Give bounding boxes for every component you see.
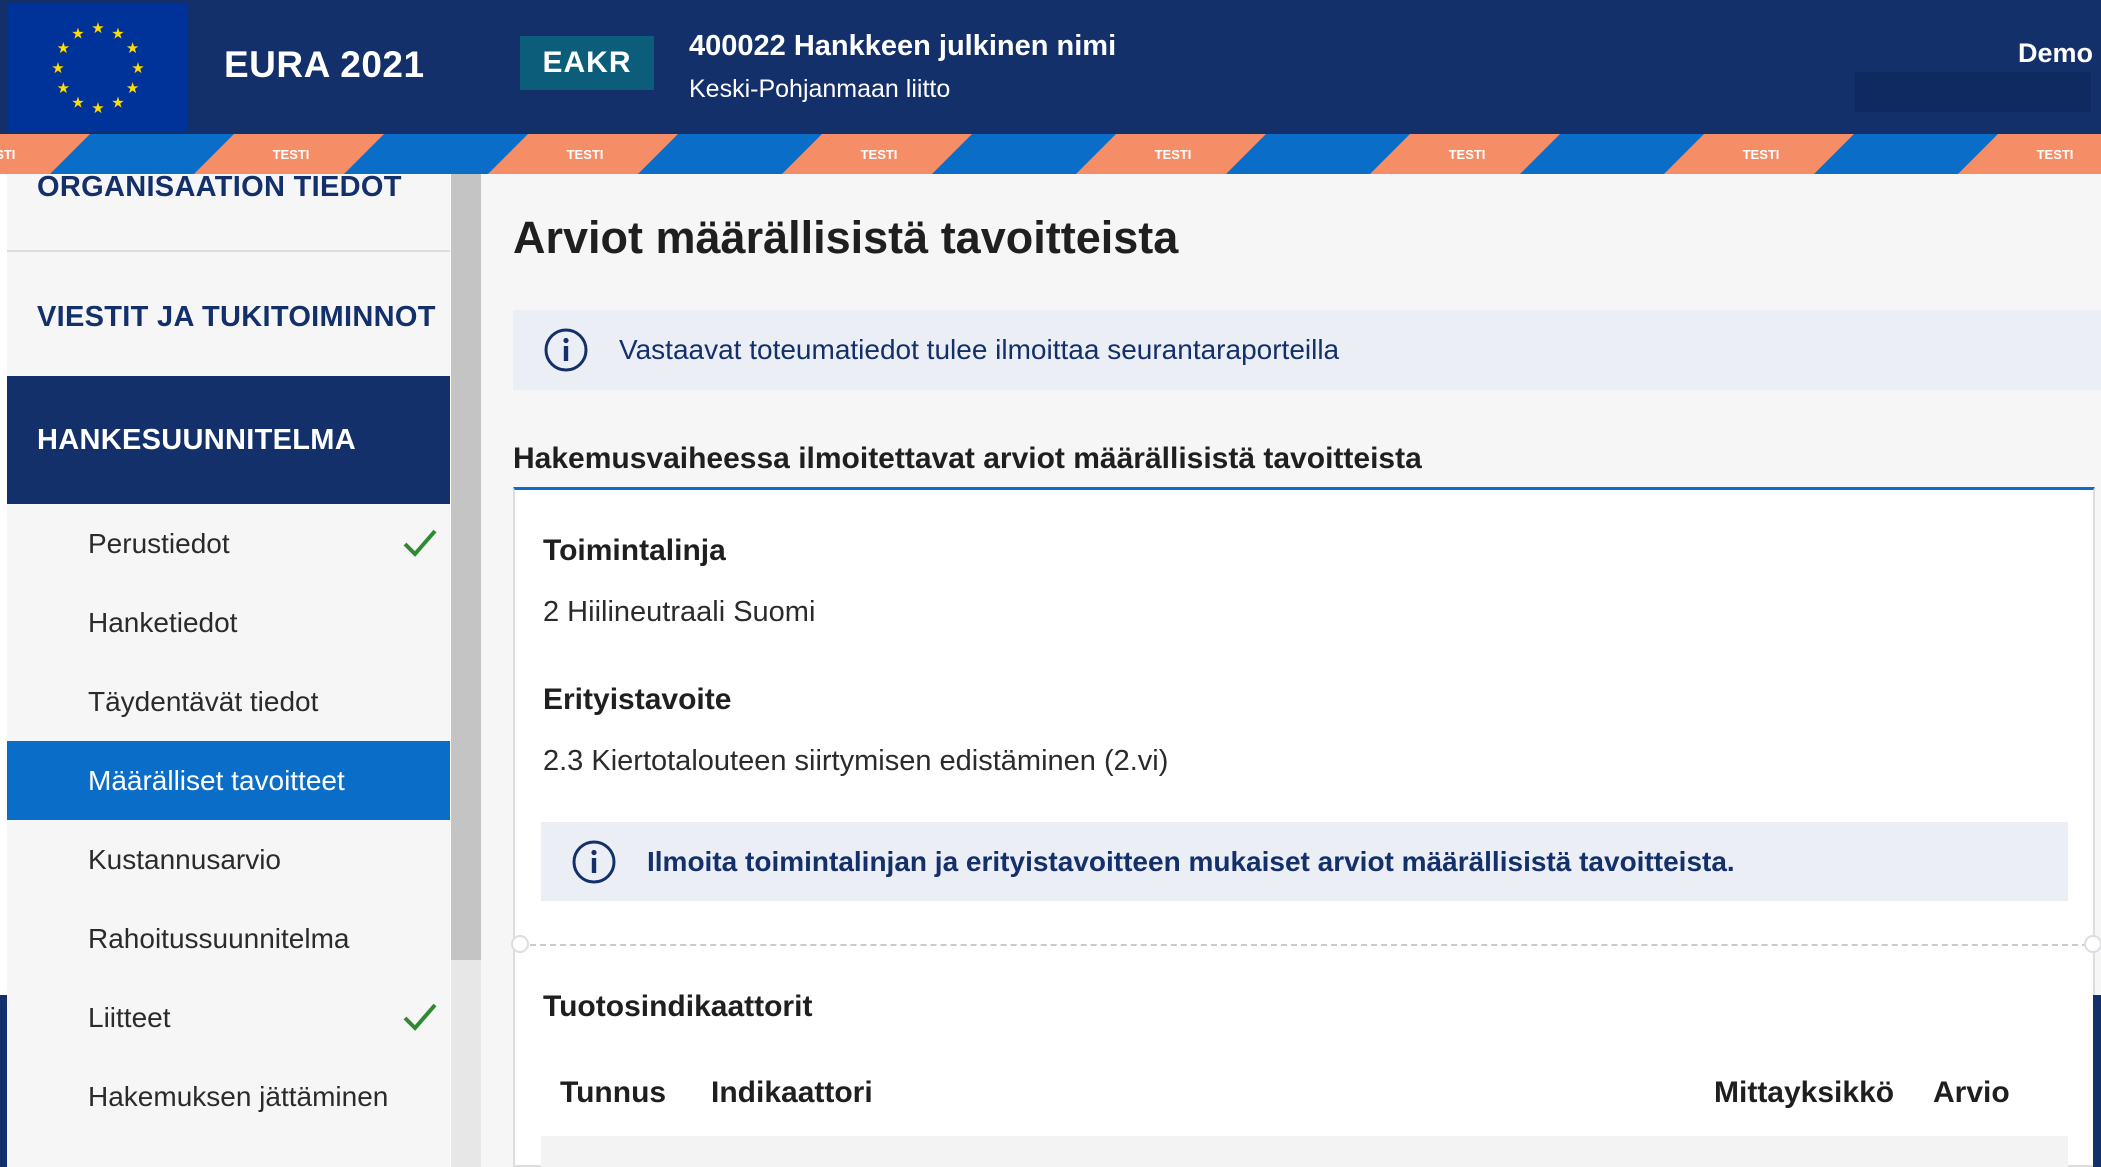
sidebar-item-label: Hakemuksen jättäminen (88, 1080, 389, 1112)
sidebar-item-label: Täydentävät tiedot (88, 685, 319, 717)
field-value-erityistavoite: 2.3 Kiertotalouteen siirtymisen edistämi… (543, 745, 1169, 777)
test-label: TESTI (1449, 147, 1486, 162)
sidebar-item-liitteet[interactable]: Liitteet (7, 978, 450, 1057)
field-label-toimintalinja: Toimintalinja (543, 534, 726, 567)
sidebar-section-label: VIESTIT JA TUKITOIMINNOT (37, 300, 436, 333)
eu-star-icon: ★ (91, 99, 104, 117)
table-row (541, 1136, 2068, 1167)
test-stripe-pattern: TESTI TESTI TESTI TESTI TESTI TESTI TESTI TESTI (0, 134, 2101, 174)
sidebar-item-label: Hanketiedot (88, 606, 238, 638)
field-label-erityistavoite: Erityistavoite (543, 683, 732, 716)
sidebar-section-label: ORGANISAATION TIEDOT (37, 174, 402, 203)
field-value-toimintalinja: 2 Hiilineutraali Suomi (543, 596, 816, 628)
table-header-tunnus: Tunnus (560, 1076, 667, 1109)
test-label: TESTI (1743, 147, 1780, 162)
sidebar-section-messages[interactable]: VIESTIT JA TUKITOIMINNOT (7, 254, 450, 382)
section-divider (520, 944, 2088, 946)
sidebar-item-label: Määrälliset tavoitteet (88, 764, 345, 796)
info-icon (544, 328, 588, 372)
sidebar-item-rahoitussuunnitelma[interactable]: Rahoitussuunnitelma (7, 899, 450, 978)
divider-notch-right (2084, 935, 2101, 953)
table-header-arvio: Arvio (1933, 1076, 2010, 1109)
test-label: TESTI (0, 147, 15, 162)
eu-star-icon: ★ (111, 24, 124, 42)
sidebar-section-label: HANKESUUNNITELMA (37, 423, 356, 456)
test-label: TESTI (1155, 147, 1192, 162)
divider-notch-left (511, 935, 529, 953)
sidebar-nav: ORGANISAATION TIEDOT VIESTIT JA TUKITOIM… (7, 174, 450, 1167)
test-label: TESTI (273, 147, 310, 162)
user-info-box (1855, 72, 2091, 112)
eu-star-icon: ★ (126, 39, 139, 57)
sidebar-item-label: Perustiedot (88, 527, 230, 559)
check-icon (403, 529, 437, 557)
user-menu[interactable]: Demo (2018, 38, 2093, 69)
test-environment-stripe: TESTI TESTI TESTI TESTI TESTI TESTI TESTI TESTI (0, 134, 2101, 174)
eu-star-icon: ★ (111, 94, 124, 112)
eu-star-icon: ★ (57, 79, 70, 97)
section-heading: Hakemusvaiheessa ilmoitettavat arviot mä… (513, 442, 1422, 475)
eu-star-icon: ★ (71, 24, 84, 42)
eu-stars-icon: ★ ★★★★★★★★★★★ (51, 19, 144, 117)
stripe-band (1958, 134, 2101, 174)
info-notice: Vastaavat toteumatiedot tulee ilmoittaa … (513, 310, 2101, 390)
eu-flag-logo: ★ ★ ★ ★ ★ ★ ★ ★ ★ ★ ★ ★ (8, 4, 188, 132)
fund-badge: EAKR (520, 36, 654, 90)
project-name: 400022 Hankkeen julkinen nimi (689, 30, 1117, 62)
sidebar-item-label: Liitteet (88, 1001, 171, 1033)
info-notice-text: Vastaavat toteumatiedot tulee ilmoittaa … (619, 334, 1340, 365)
sidebar-item-taydentavat-tiedot[interactable]: Täydentävät tiedot (7, 662, 450, 741)
sidebar-section-organisation[interactable]: ORGANISAATION TIEDOT (7, 174, 450, 252)
sidebar-item-hakemuksen-jattaminen[interactable]: Hakemuksen jättäminen (7, 1057, 450, 1136)
sidebar-scrollbar-thumb[interactable] (451, 174, 481, 960)
sidebar-item-maaralliset-tavoitteet[interactable]: Määrälliset tavoitteet (7, 741, 450, 820)
test-label: TESTI (567, 147, 604, 162)
sidebar-item-hanketiedot[interactable]: Hanketiedot (7, 583, 450, 662)
sidebar-scrollbar-track[interactable] (451, 960, 481, 1167)
sidebar-item-kustannusarvio[interactable]: Kustannusarvio (7, 820, 450, 899)
app-header: ★ ★ ★ ★ ★ ★ ★ ★ ★ ★ ★ ★ EURA 2021 EAKR 400022 Hankk… (0, 0, 2101, 134)
sidebar-item-label: Rahoitussuunnitelma (88, 922, 350, 954)
sidebar-item-label: Kustannusarvio (88, 843, 282, 875)
sidebar-item-perustiedot[interactable]: Perustiedot (7, 504, 450, 583)
eu-star-icon: ★ (57, 39, 70, 57)
table-header-mittayksikko: Mittayksikkö (1714, 1076, 1895, 1109)
left-edge-decoration (0, 995, 7, 1167)
inner-info-text: Ilmoita toimintalinjan ja erityistavoitt… (647, 845, 1735, 877)
eu-star-icon: ★ (51, 59, 64, 77)
app-title[interactable]: EURA 2021 (224, 44, 425, 86)
info-icon (572, 840, 616, 883)
eu-star-icon: ★ (91, 19, 104, 37)
test-label: TESTI (2037, 147, 2074, 162)
table-header-indikaattori: Indikaattori (711, 1076, 873, 1109)
eu-star-icon: ★ (131, 59, 144, 77)
sidebar-section-project-plan[interactable]: HANKESUUNNITELMA (7, 376, 450, 504)
inner-info-notice: Ilmoita toimintalinjan ja erityistavoitt… (541, 822, 2068, 901)
organization-name: Keski-Pohjanmaan liitto (689, 75, 951, 103)
right-edge-decoration (2093, 995, 2101, 1167)
indicators-heading: Tuotosindikaattorit (543, 990, 813, 1023)
page-title: Arviot määrällisistä tavoitteista (513, 212, 1179, 263)
test-label: TESTI (861, 147, 898, 162)
eu-star-icon: ★ (71, 94, 84, 112)
eu-star-icon: ★ (126, 79, 139, 97)
check-icon (403, 1003, 437, 1031)
